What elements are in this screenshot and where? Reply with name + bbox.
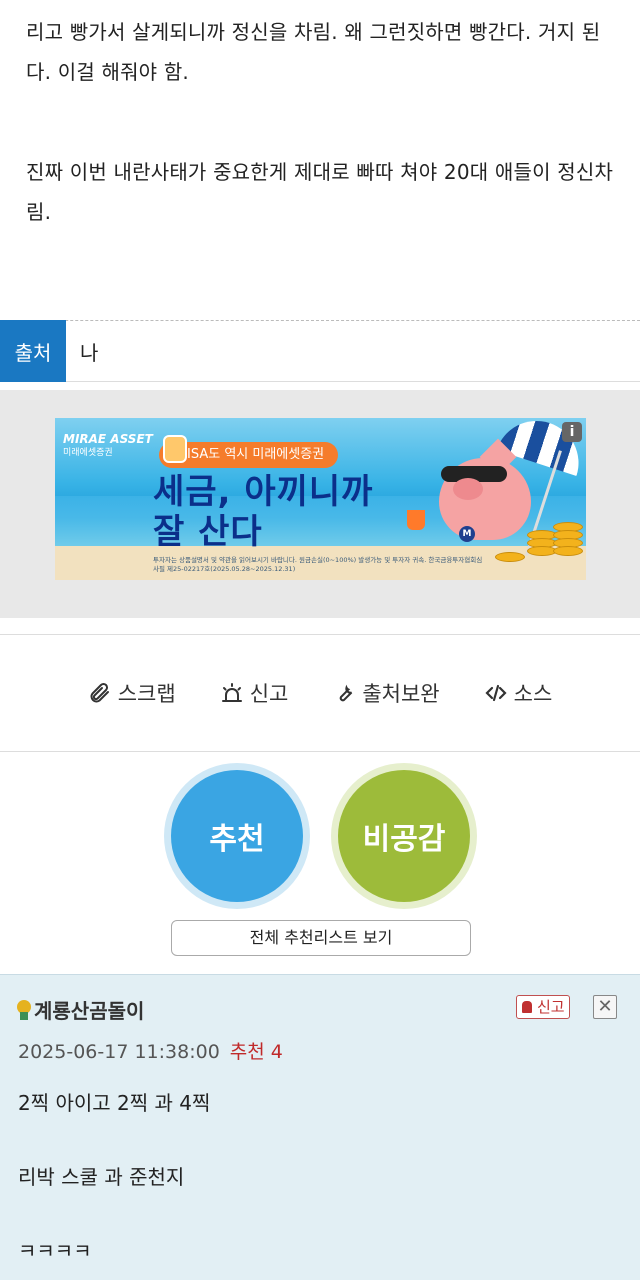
comment-text-line: ㅋㅋㅋㅋ: [18, 1239, 92, 1263]
ad-logo-en: MIRAE ASSET: [63, 432, 153, 446]
comment-text-line: 2찍 아이고 2찍 과 4찍: [18, 1091, 211, 1115]
thumbs-up-icon: [163, 435, 187, 463]
ad-headline: 세금, 아끼니까 잘 산다: [153, 472, 373, 552]
ad-container: MIRAE ASSET 미래에셋증권 ISA도 역시 미래에셋증권 세금, 아끼…: [0, 390, 640, 618]
source-fix-button[interactable]: 출처보완: [332, 678, 440, 708]
comment-recommend-count: 추천 4: [229, 1041, 283, 1063]
ad-headline-line: 잘 산다: [153, 512, 263, 552]
action-bar: 스크랩 신고 출처보완 소스: [0, 634, 640, 752]
close-icon[interactable]: ✕: [593, 995, 617, 1019]
paperclip-icon: [90, 682, 109, 703]
source-value: 나: [80, 340, 99, 365]
scrap-label: 스크랩: [117, 682, 176, 706]
source-row: 출처 나: [0, 320, 640, 382]
siren-icon: [221, 683, 242, 702]
source-label: 출처: [0, 320, 66, 382]
medal-icon: [16, 999, 32, 1020]
code-icon: [485, 684, 507, 702]
ad-badge: M: [459, 526, 475, 542]
report-button[interactable]: 신고: [220, 678, 289, 708]
ad-logo: MIRAE ASSET 미래에셋증권: [63, 432, 153, 460]
drink-icon: [407, 510, 425, 530]
disagree-button[interactable]: 비공감: [338, 770, 470, 902]
ad-headline-line: 세금, 아끼니까: [153, 472, 374, 512]
article-paragraph: 리고 빵가서 살게되니까 정신을 차림. 왜 그런짓하면 빵간다. 거지 된다.…: [26, 20, 601, 84]
report-label: 신고: [249, 682, 289, 706]
comment-timestamp: 2025-06-17 11:38:00: [18, 1041, 220, 1063]
recommend-button[interactable]: 추천: [171, 770, 303, 902]
article-paragraph: 진짜 이번 내란사태가 중요한게 제대로 빠따 쳐야 20대 애들이 정신차림.: [26, 160, 614, 224]
ad-banner[interactable]: MIRAE ASSET 미래에셋증권 ISA도 역시 미래에셋증권 세금, 아끼…: [55, 418, 586, 580]
comment-author-name: 계룡산곰돌이: [34, 999, 145, 1023]
ad-fine-print: 투자자는 상품설명서 및 약관을 읽어보시기 바랍니다. 원금손실(0~100%…: [153, 556, 483, 573]
coin-icon: [553, 546, 583, 556]
comment-report-button[interactable]: 신고: [516, 995, 570, 1019]
comment-item: 계룡산곰돌이 신고 ✕ 2025-06-17 11:38:00 추천 4 2찍 아…: [0, 974, 640, 1280]
info-icon[interactable]: i: [562, 422, 582, 442]
coin-icon: [495, 552, 525, 562]
source-code-button[interactable]: 소스: [484, 678, 553, 708]
wrench-icon: [340, 684, 353, 702]
pig-snout: [453, 478, 483, 500]
comment-author[interactable]: 계룡산곰돌이: [16, 995, 144, 1024]
comment-meta: 2025-06-17 11:38:00 추천 4: [18, 1037, 283, 1064]
recommend-list-button[interactable]: 전체 추천리스트 보기: [171, 920, 471, 956]
source-code-label: 소스: [513, 682, 553, 706]
source-fix-label: 출처보완: [362, 682, 440, 706]
scrap-button[interactable]: 스크랩: [88, 678, 176, 708]
comment-text-line: 리박 스쿨 과 준천지: [18, 1165, 185, 1189]
ad-logo-ko: 미래에셋증권: [63, 448, 113, 458]
